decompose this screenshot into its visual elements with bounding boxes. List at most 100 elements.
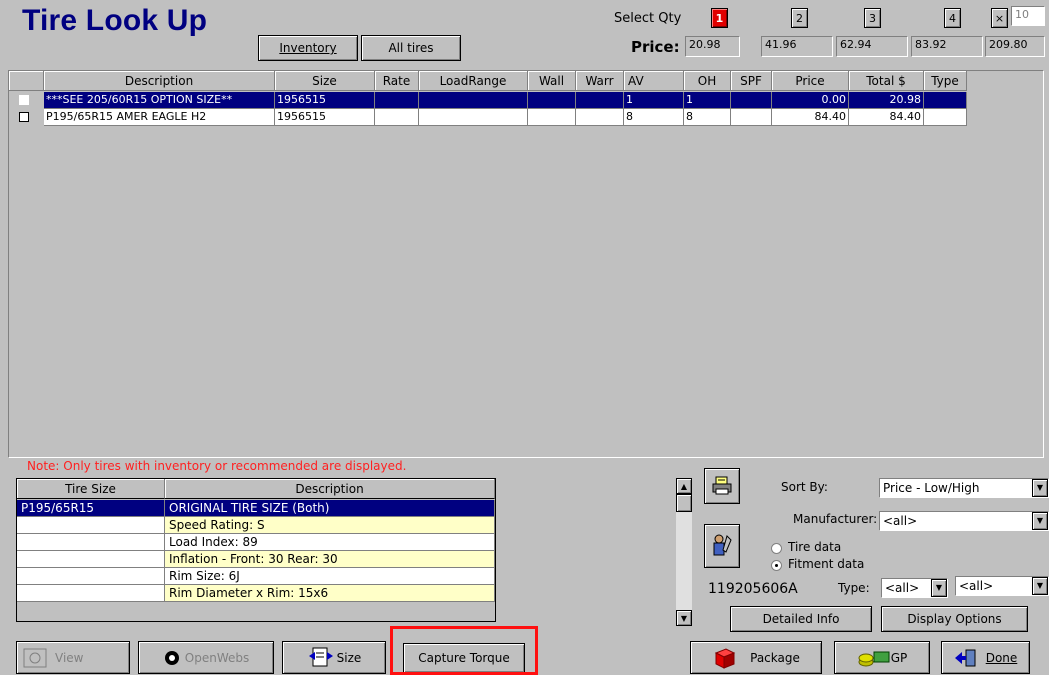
sort-by-value: Price - Low/High [883,481,980,495]
package-button[interactable]: Package [690,641,822,674]
qty-2-button[interactable]: 2 [791,8,808,28]
cell-price: 84.40 [772,109,849,126]
globe-icon [164,650,179,665]
cell-type [924,92,967,109]
cell-spf [731,92,772,109]
display-options-button[interactable]: Display Options [881,606,1028,632]
header-oh[interactable]: OH [684,71,731,91]
qty-4-button[interactable]: 4 [944,8,961,28]
detailed-info-button[interactable]: Detailed Info [730,606,872,632]
cell-rate [375,109,419,126]
header-av[interactable]: AV [624,71,684,91]
type-value: <all> [885,581,920,595]
chevron-down-icon[interactable]: ▼ [1032,577,1048,595]
cell-wall [528,109,576,126]
tire-data-label: Tire data [788,540,842,554]
list-item[interactable]: Speed Rating: S [17,517,495,534]
header-wall[interactable]: Wall [528,71,576,91]
list-item[interactable]: Rim Diameter x Rim: 15x6 [17,585,495,602]
door-exit-icon [954,649,976,666]
table-row[interactable]: P195/65R15 AMER EAGLE H2 1956515 8 8 84.… [9,109,967,126]
qty-custom-button[interactable]: × [991,8,1008,28]
part-number: 119205606A [708,581,798,597]
tire-grid: Description Size Rate LoadRange Wall War… [8,70,1044,458]
table-row[interactable]: ***SEE 205/60R15 OPTION SIZE** 1956515 1… [9,92,967,109]
view-button[interactable]: View [16,641,130,674]
row-checkbox[interactable] [19,112,29,122]
fitment-data-radio[interactable] [771,560,782,571]
header-loadrange[interactable]: LoadRange [419,71,528,91]
type-value-secondary: <all> [959,579,994,593]
all-tires-button[interactable]: All tires [361,35,461,61]
done-button[interactable]: Done [941,641,1030,674]
highlight-box [390,626,538,675]
gp-button[interactable]: GP [834,641,930,674]
detail-scrollbar[interactable]: ▲ ▼ [676,478,692,626]
price-label: Price: [631,38,680,56]
page-title: Tire Look Up [22,4,208,37]
cell-wall [528,92,576,109]
cell-price: 0.00 [772,92,849,109]
printer-icon [712,476,732,495]
manufacturer-value: <all> [883,514,918,528]
qty-1-button[interactable]: 1 [711,8,728,28]
scroll-up-icon[interactable]: ▲ [676,478,692,494]
chevron-down-icon[interactable]: ▼ [1032,512,1048,530]
detail-description: Rim Diameter x Rim: 15x6 [165,585,495,602]
manufacturer-select[interactable]: <all> ▼ [879,511,1049,531]
cell-description: P195/65R15 AMER EAGLE H2 [44,109,275,126]
list-item[interactable]: P195/65R15 ORIGINAL TIRE SIZE (Both) [17,500,495,517]
openwebs-button[interactable]: OpenWebs [138,641,274,674]
tire-data-radio[interactable] [771,543,782,554]
header-total[interactable]: Total $ [849,71,924,91]
price-qty-1: 20.98 [685,36,740,57]
header-type[interactable]: Type [924,71,967,91]
cell-total: 20.98 [849,92,924,109]
type-select-secondary[interactable]: <all> ▼ [955,576,1049,596]
list-item[interactable]: Rim Size: 6J [17,568,495,585]
sort-by-select[interactable]: Price - Low/High ▼ [879,478,1049,498]
done-label: Done [986,651,1018,665]
openwebs-label: OpenWebs [184,650,250,665]
detail-size [17,585,165,602]
type-select[interactable]: <all> ▼ [881,578,948,598]
cell-total: 84.40 [849,109,924,126]
cell-warr [576,92,624,109]
price-qty-2: 41.96 [761,36,833,57]
header-size[interactable]: Size [275,71,375,91]
header-price[interactable]: Price [772,71,849,91]
detail-description: Load Index: 89 [165,534,495,551]
photo-icon [23,648,47,667]
scroll-down-icon[interactable]: ▼ [676,610,692,626]
cell-oh: 8 [684,109,731,126]
detail-header-tire-size[interactable]: Tire Size [17,479,165,499]
header-rate[interactable]: Rate [375,71,419,91]
detail-size [17,534,165,551]
gp-label: GP [890,650,908,665]
size-button[interactable]: Size [282,641,386,674]
fitment-data-label: Fitment data [788,557,865,571]
header-checkbox-col [9,71,44,91]
detail-description: Speed Rating: S [165,517,495,534]
chevron-down-icon[interactable]: ▼ [1032,479,1048,497]
type-label: Type: [838,581,870,595]
header-spf[interactable]: SPF [731,71,772,91]
header-description[interactable]: Description [44,71,275,91]
cell-loadrange [419,109,528,126]
custom-qty-input[interactable]: 10 [1011,6,1045,26]
scroll-thumb[interactable] [676,494,692,512]
qty-3-button[interactable]: 3 [864,8,881,28]
tools-button[interactable] [704,524,740,568]
chevron-down-icon[interactable]: ▼ [931,579,947,597]
print-button[interactable] [704,468,740,504]
cell-type [924,109,967,126]
row-checkbox[interactable] [19,95,29,105]
list-item[interactable]: Load Index: 89 [17,534,495,551]
header-warr[interactable]: Warr [576,71,624,91]
manufacturer-label: Manufacturer: [793,512,878,526]
inventory-button[interactable]: Inventory [258,35,358,61]
detail-header-description[interactable]: Description [165,479,495,499]
size-icon [308,647,333,666]
package-label: Package [750,650,800,665]
list-item[interactable]: Inflation - Front: 30 Rear: 30 [17,551,495,568]
